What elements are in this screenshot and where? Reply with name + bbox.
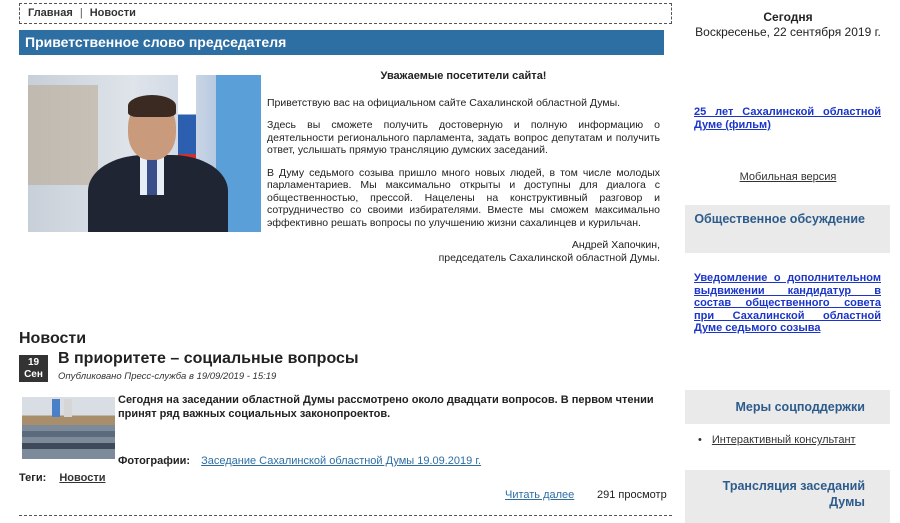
consultant-link[interactable]: Интерактивный консультант (712, 434, 856, 446)
chairman-photo (28, 75, 261, 232)
article-photos: Фотографии: Заседание Сахалинской област… (118, 455, 481, 467)
article-title[interactable]: В приоритете – социальные вопросы (58, 350, 359, 368)
tag-link[interactable]: Новости (59, 472, 105, 484)
article-date-badge: 19 Сен (19, 355, 48, 382)
film-link[interactable]: 25 лет Сахалинской областной Думе (фильм… (694, 106, 881, 132)
breadcrumb-news-link[interactable]: Новости (90, 7, 136, 19)
consultant-item: • Интерактивный консультант (698, 434, 856, 446)
breadcrumb: Главная | Новости (19, 3, 672, 24)
article-published-info: Опубликовано Пресс-служба в 19/09/2019 -… (58, 371, 277, 382)
breadcrumb-separator: | (79, 7, 83, 19)
photos-label: Фотографии: (118, 455, 191, 467)
article-thumbnail[interactable] (22, 397, 115, 459)
today-date: Воскресенье, 22 сентября 2019 г. (695, 25, 881, 39)
today-block: Сегодня Воскресенье, 22 сентября 2019 г. (688, 10, 888, 40)
signature-role: председатель Сахалинской областной Думы. (438, 251, 660, 264)
today-label: Сегодня (763, 10, 813, 24)
bullet-icon: • (698, 434, 702, 446)
broadcast-header: Трансляция заседаний Думы (685, 470, 890, 523)
date-day: 19 (27, 357, 40, 368)
welcome-paragraph: Приветствую вас на официальном сайте Сах… (267, 96, 621, 109)
date-month: Сен (24, 369, 43, 380)
view-count: 291 просмотр (597, 489, 667, 501)
read-more-link[interactable]: Читать далее (505, 489, 574, 501)
article-tags: Теги: Новости (19, 472, 105, 484)
divider (19, 515, 672, 516)
discussion-notice-link[interactable]: Уведомление о дополнительном выдвижении … (694, 272, 881, 335)
photo-gallery-link[interactable]: Заседание Сахалинской областной Думы 19.… (201, 455, 481, 467)
mobile-version-link[interactable]: Мобильная версия (688, 171, 888, 183)
welcome-text: Уважаемые посетители сайта! Приветствую … (267, 70, 660, 264)
news-section-title: Новости (19, 330, 87, 347)
social-support-header: Меры соцподдержки (685, 390, 890, 424)
tags-label: Теги: (19, 472, 47, 484)
discussion-header: Общественное обсуждение (685, 205, 890, 253)
article-lead: Сегодня на заседании областной Думы расс… (118, 394, 654, 420)
welcome-paragraph: Здесь вы сможете получить достоверную и … (267, 119, 660, 156)
welcome-greeting: Уважаемые посетители сайта! (380, 70, 547, 82)
welcome-paragraph: В Думу седьмого созыва пришло много новы… (267, 166, 660, 229)
signature-name: Андрей Хапочкин, (571, 239, 660, 251)
welcome-section-title: Приветственное слово председателя (19, 30, 664, 55)
breadcrumb-home-link[interactable]: Главная (28, 7, 73, 19)
